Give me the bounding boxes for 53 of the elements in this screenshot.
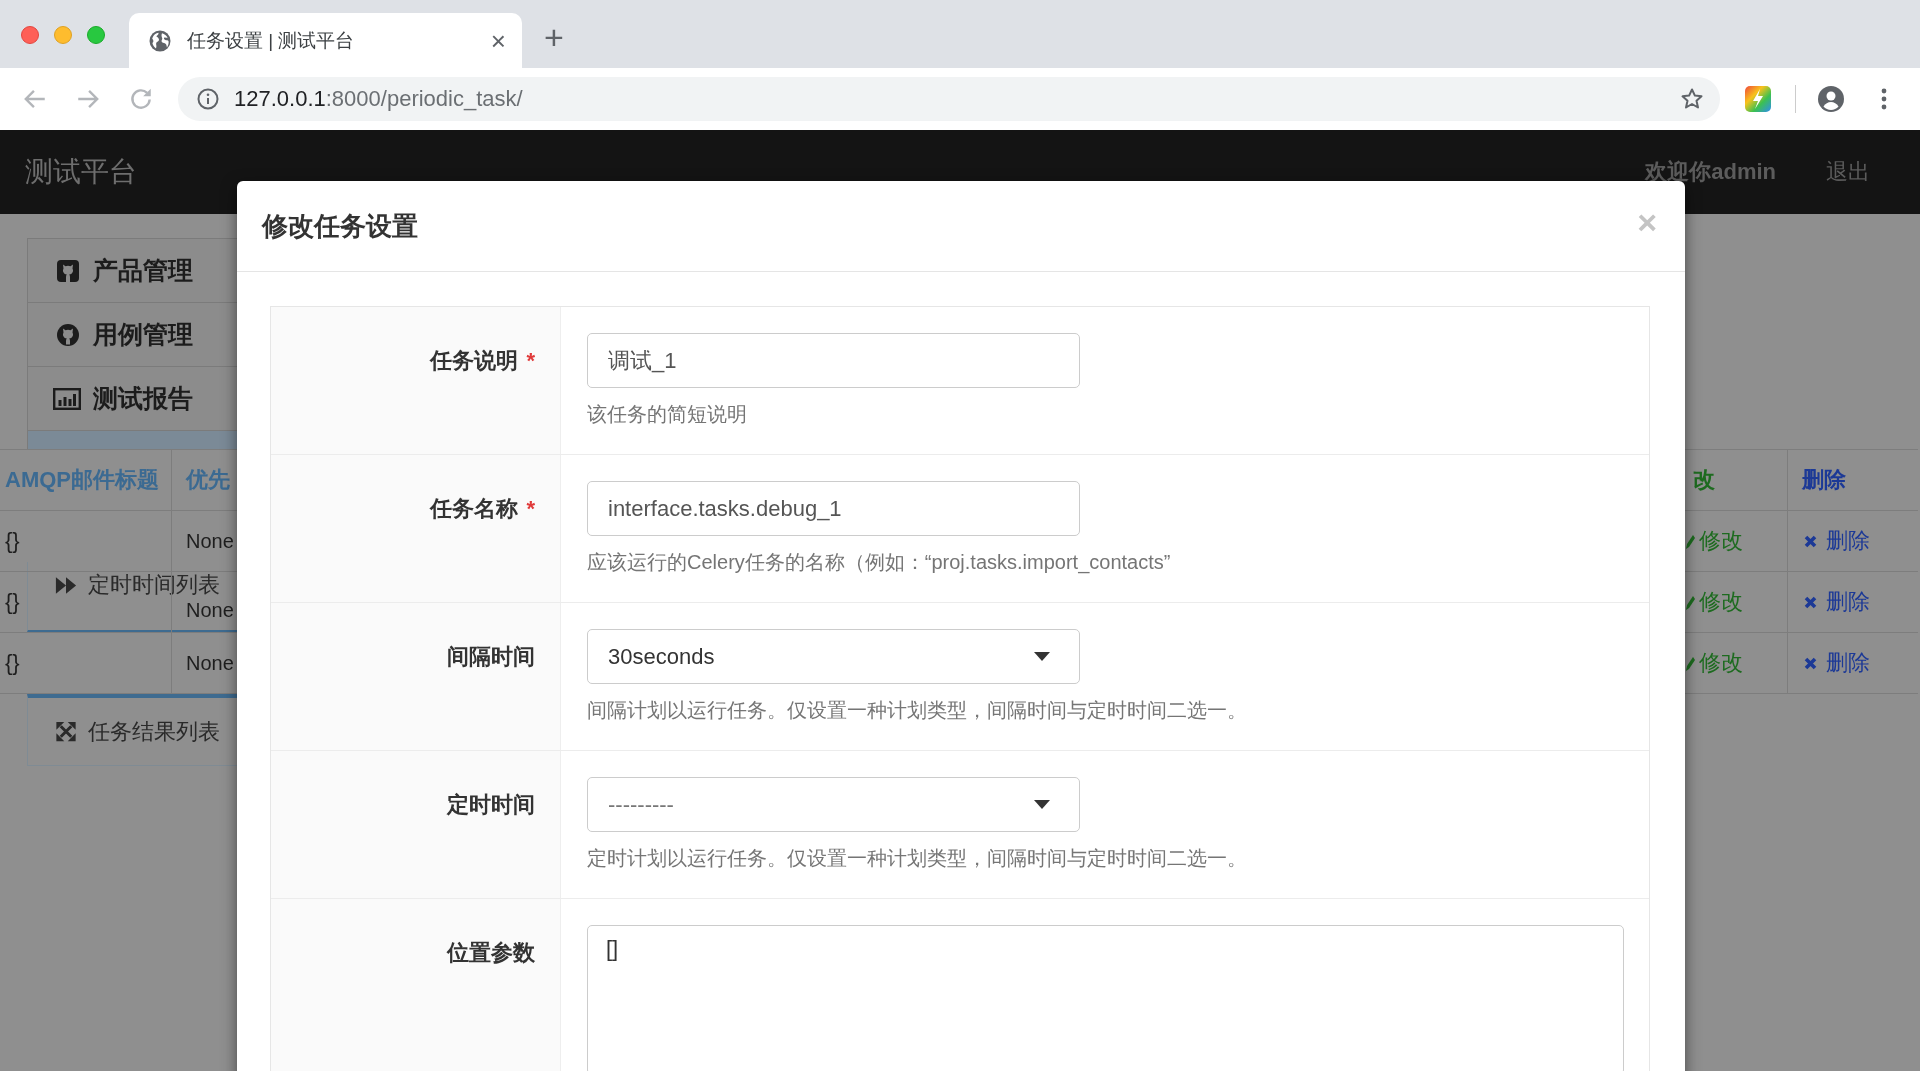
welcome-text: 欢迎你admin — [1645, 158, 1776, 186]
tab-close-button[interactable]: × — [490, 27, 506, 54]
cat-square-icon — [56, 258, 80, 283]
menu-icon[interactable] — [1881, 88, 1887, 110]
column-header: AMQP邮件标题 — [5, 466, 159, 494]
table-cell: None — [186, 598, 234, 622]
reload-icon[interactable] — [128, 86, 154, 112]
column-header: 优先 — [186, 466, 230, 494]
minimize-window-icon[interactable] — [54, 26, 72, 44]
browser-tab[interactable]: 任务设置 | 测试平台 × — [129, 13, 522, 68]
field-label: 任务说明 * — [430, 347, 535, 375]
info-icon[interactable] — [197, 88, 219, 110]
dropdown[interactable]: 30seconds — [587, 629, 1080, 684]
maximize-window-icon[interactable] — [87, 26, 105, 44]
help-text: 定时计划以运行任务。仅设置一种计划类型，间隔时间与定时时间二选一。 — [587, 846, 1248, 871]
expand-arrows-icon — [55, 721, 77, 742]
help-text: 该任务的简短说明 — [587, 402, 748, 427]
bar-chart-icon — [53, 386, 81, 411]
cross-icon — [1803, 533, 1818, 549]
cat-circle-icon — [56, 322, 80, 347]
delete-link[interactable]: 删除 — [1826, 526, 1870, 556]
textarea-field[interactable]: [] — [587, 925, 1624, 1071]
close-window-icon[interactable] — [21, 26, 39, 44]
new-tab-button[interactable]: + — [544, 20, 564, 54]
field-label: 间隔时间 — [447, 643, 535, 671]
field-label: 定时时间 — [447, 791, 535, 819]
table-cell: None — [186, 529, 234, 553]
column-header: 删除 — [1802, 466, 1846, 494]
field-label: 位置参数 — [447, 939, 535, 967]
brand-title[interactable]: 测试平台 — [25, 153, 137, 191]
caret-icon — [1034, 652, 1050, 661]
caret-icon — [1034, 800, 1050, 809]
help-text: 间隔计划以运行任务。仅设置一种计划类型，间隔时间与定时时间二选一。 — [587, 698, 1248, 723]
text-input[interactable]: interface.tasks.debug_1 — [587, 481, 1080, 536]
account-icon[interactable] — [1818, 86, 1844, 112]
cross-icon — [1803, 594, 1818, 610]
logout-link[interactable]: 退出 — [1826, 157, 1870, 187]
text-input[interactable]: 调试_1 — [587, 333, 1080, 388]
delete-link[interactable]: 删除 — [1826, 587, 1870, 617]
field-label: 任务名称 * — [430, 495, 535, 523]
table-cell: {} — [5, 528, 20, 554]
cross-icon — [1803, 655, 1818, 671]
column-header: 改 — [1693, 466, 1715, 494]
lightning-tile-icon[interactable] — [1745, 86, 1771, 112]
star-icon[interactable] — [1680, 87, 1704, 111]
dropdown[interactable]: --------- — [587, 777, 1080, 832]
globe-icon — [149, 29, 171, 52]
help-text: 应该运行的Celery任务的名称（例如：“proj.tasks.import_contacts” — [587, 550, 1172, 576]
table-cell: {} — [5, 650, 20, 676]
address-bar[interactable]: 127.0.0.1:8000/periodic_task/ — [178, 77, 1720, 121]
table-cell: None — [186, 651, 234, 675]
delete-link[interactable]: 删除 — [1826, 648, 1870, 678]
table-cell: {} — [5, 589, 20, 615]
